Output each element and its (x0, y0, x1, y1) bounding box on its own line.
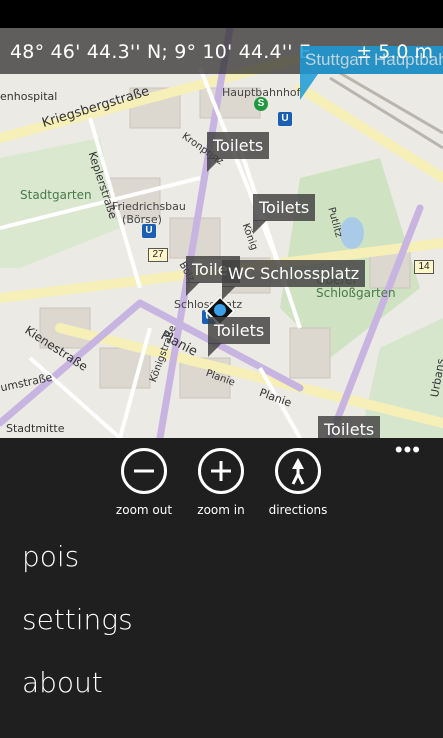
poi-pin-toilets[interactable]: Toilets (207, 132, 270, 159)
street-label-enhospital: enhospital (0, 90, 58, 103)
poi-pin-tail (253, 220, 267, 234)
gps-coordinates: 48° 46' 44.3'' N; 9° 10' 44.4'' E (10, 41, 312, 63)
poi-pin-toilets[interactable]: Toilets (208, 317, 271, 344)
map-view[interactable]: Kriegsbergstraße enhospital Keplerstraße… (0, 28, 443, 438)
area-label-stadtgarten: Stadtgarten (20, 188, 92, 202)
zoom-in-label: zoom in (197, 503, 245, 517)
status-bar (0, 0, 443, 28)
ubahn-station-icon: U (142, 224, 156, 238)
poi-pin-toilets[interactable]: Toilets (253, 194, 316, 221)
place-label-friedrichsbau: Friedrichsbau (Börse) (112, 200, 186, 226)
area-label-stadtmitte: Stadtmitte (6, 422, 65, 435)
menu-item-about[interactable]: about (22, 666, 103, 699)
road-shield-14: 14 (414, 260, 434, 274)
gps-accuracy: ± 5.0 m (356, 41, 433, 63)
poi-pin-tail (186, 282, 200, 296)
plus-circle-icon (198, 448, 244, 494)
poi-pin-tail (208, 343, 222, 357)
menu-item-pois[interactable]: pois (22, 540, 79, 573)
more-options-icon[interactable]: ••• (395, 439, 421, 461)
zoom-out-button[interactable]: zoom out (102, 448, 186, 517)
poi-pin-tail (222, 286, 236, 300)
directions-icon (275, 448, 321, 494)
zoom-in-button[interactable]: zoom in (179, 448, 263, 517)
current-location-dot (214, 304, 226, 316)
minus-circle-icon (121, 448, 167, 494)
station-label-pointer (300, 74, 318, 100)
poi-pin-wc-schlossplatz[interactable]: WC Schlossplatz (222, 260, 366, 287)
app-bar: ••• zoom out zoom in directions pois set… (0, 438, 443, 738)
sbahn-station-icon: S (254, 97, 268, 111)
directions-label: directions (268, 503, 328, 517)
poi-pin-toilets[interactable]: Toilets (318, 416, 381, 438)
road-shield-27: 27 (148, 248, 168, 262)
directions-button[interactable]: directions (256, 448, 340, 517)
ubahn-station-icon: U (278, 112, 292, 126)
menu-item-settings[interactable]: settings (22, 603, 133, 636)
poi-pin-tail (207, 158, 221, 172)
zoom-out-label: zoom out (115, 503, 173, 517)
